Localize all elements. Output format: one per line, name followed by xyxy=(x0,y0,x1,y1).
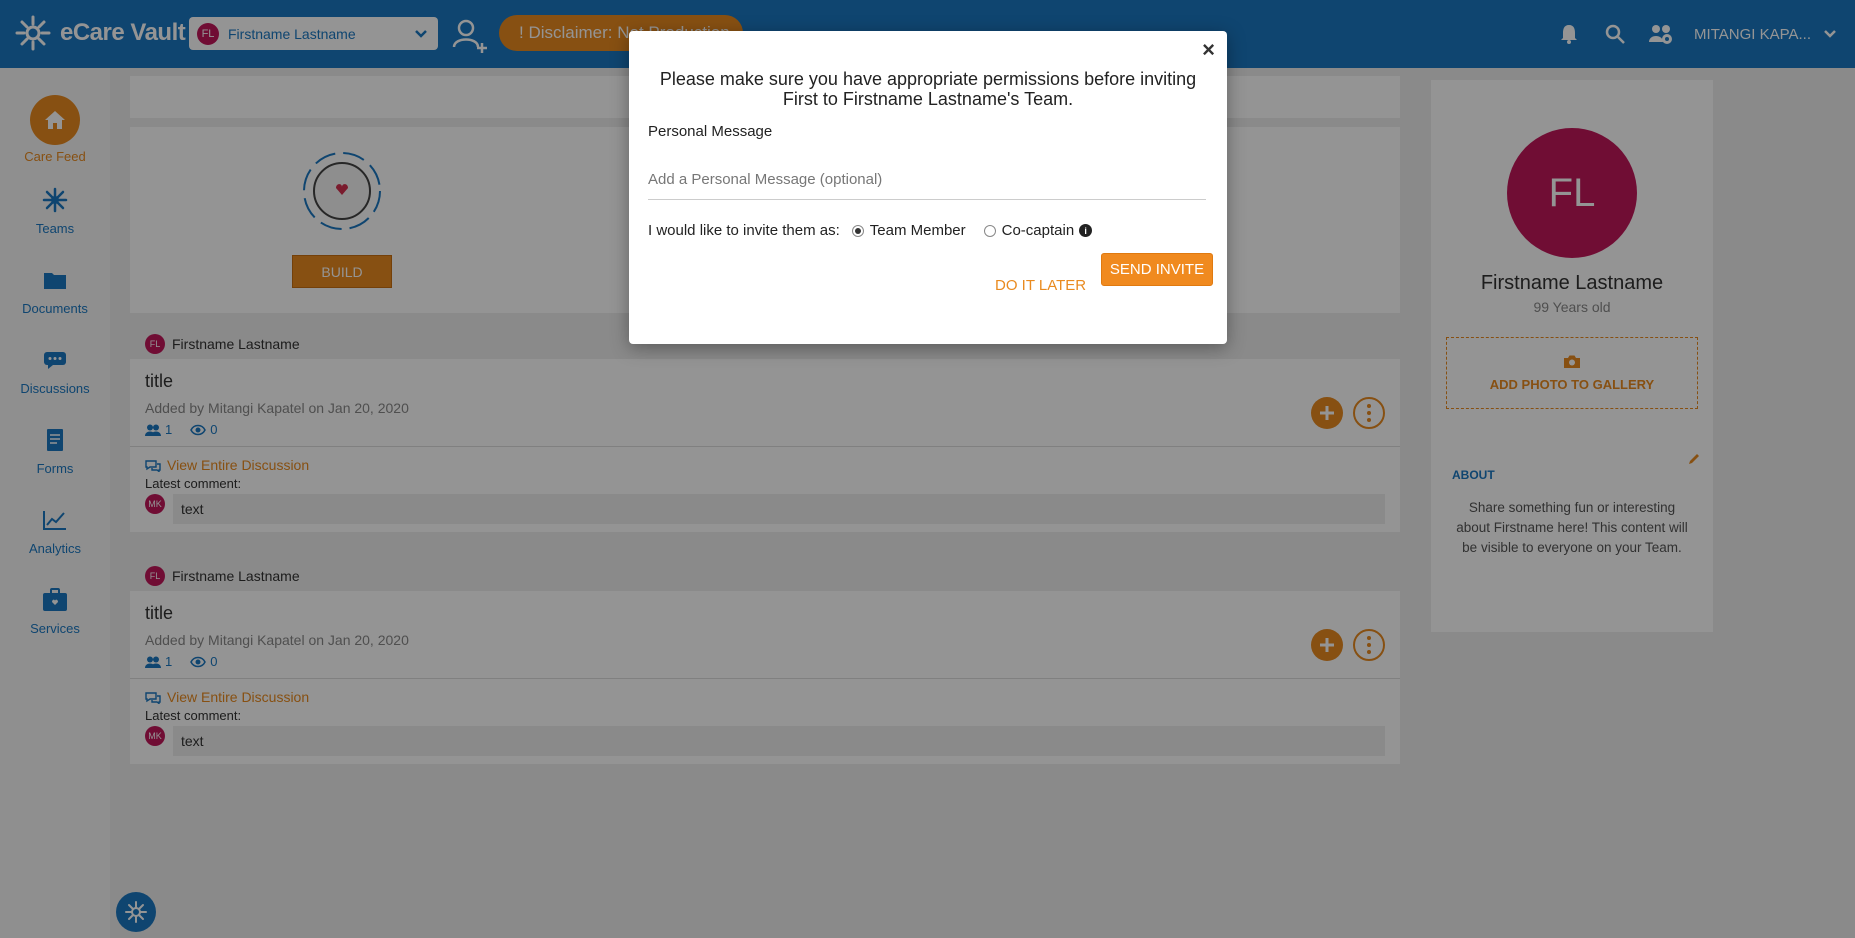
close-icon[interactable]: × xyxy=(1202,37,1215,63)
invite-modal: × Please make sure you have appropriate … xyxy=(629,31,1227,344)
personal-message-input[interactable] xyxy=(648,160,1206,200)
team-member-radio[interactable] xyxy=(851,224,864,237)
co-captain-radio[interactable] xyxy=(983,224,996,237)
personal-message-label: Personal Message xyxy=(648,123,773,140)
invite-role-row: I would like to invite them as: Team Mem… xyxy=(648,222,1093,239)
team-member-label[interactable]: Team Member xyxy=(870,222,966,239)
modal-title: Please make sure you have appropriate pe… xyxy=(659,69,1197,109)
do-it-later-button[interactable]: DO IT LATER xyxy=(995,277,1086,294)
invite-role-label: I would like to invite them as: xyxy=(648,222,840,239)
send-invite-button[interactable]: SEND INVITE xyxy=(1101,253,1213,286)
info-icon[interactable]: i xyxy=(1079,224,1093,237)
co-captain-label[interactable]: Co-captain xyxy=(1002,222,1075,239)
